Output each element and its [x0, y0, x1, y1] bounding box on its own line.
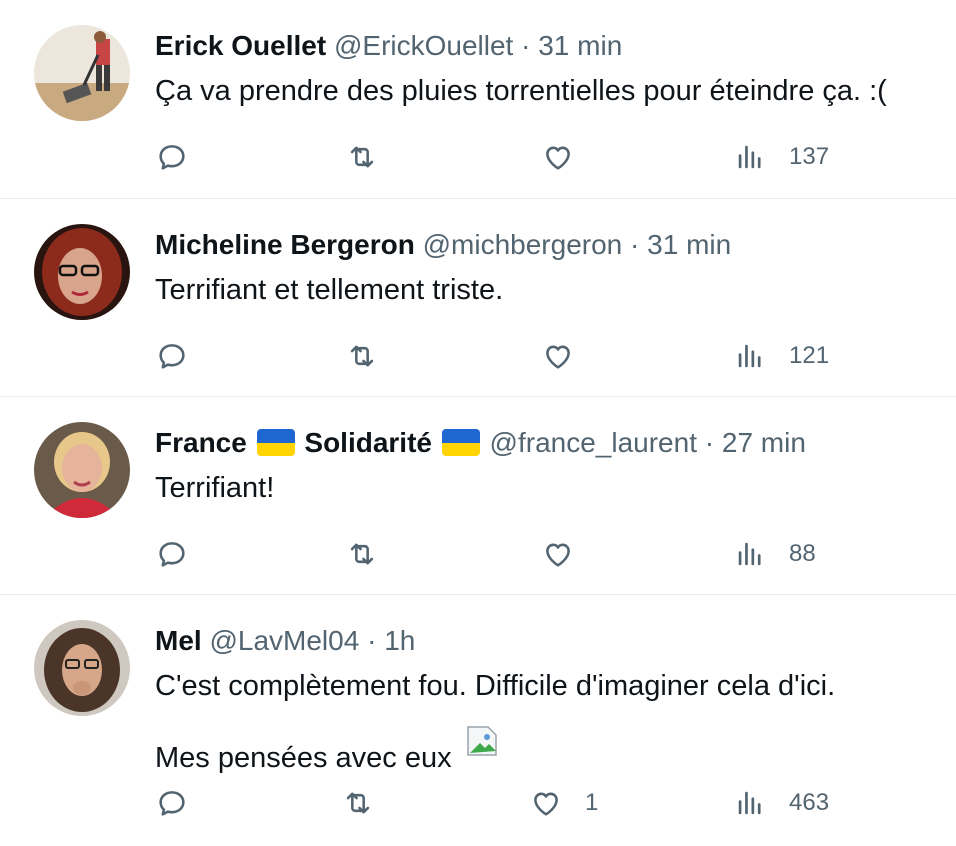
heart-icon [534, 792, 558, 816]
display-name[interactable]: Micheline Bergeron [155, 229, 415, 260]
tweet-text: C'est complètement fou. Difficile d'imag… [155, 670, 836, 702]
retweet-icon [350, 146, 374, 168]
bar-chart-icon [738, 542, 761, 566]
tweet[interactable]: Erick Ouellet @ErickOuellet · 31 min Ça … [0, 0, 956, 199]
view-count: 88 [789, 540, 816, 567]
tweet-text: Terrifiant et tellement triste. [155, 274, 504, 306]
user-handle[interactable]: @france_laurent [490, 427, 697, 458]
avatar[interactable] [34, 25, 130, 121]
heart-icon [546, 146, 570, 170]
view-count: 121 [789, 342, 830, 369]
reply-button[interactable] [155, 534, 189, 574]
timestamp[interactable]: 31 min [647, 229, 731, 260]
ukraine-flag-icon [256, 429, 295, 456]
retweet-icon [350, 543, 374, 565]
like-button[interactable] [541, 336, 597, 376]
action-bar: 121 [155, 336, 855, 376]
reply-button[interactable] [155, 336, 189, 376]
views-button[interactable]: 137 [733, 137, 829, 177]
avatar[interactable] [34, 224, 130, 320]
like-button[interactable] [541, 534, 597, 574]
retweet-button[interactable] [345, 534, 379, 574]
tweet-header: France Solidarité @france_laurent · 27 m… [155, 425, 946, 461]
tweet-header: Mel @LavMel04 · 1h [155, 623, 946, 659]
like-count: 1 [585, 789, 599, 816]
user-handle[interactable]: @michbergeron [423, 229, 623, 260]
user-handle[interactable]: @LavMel04 [209, 625, 359, 656]
retweet-button[interactable] [341, 783, 375, 823]
views-button[interactable]: 121 [733, 336, 829, 376]
tweet-text-line: Mes pensées avec eux [155, 725, 946, 777]
display-name[interactable]: France Solidarité [155, 427, 482, 458]
retweet-button[interactable] [345, 137, 379, 177]
broken-image-icon [466, 725, 498, 757]
display-name[interactable]: Erick Ouellet [155, 30, 326, 61]
tweet-header: Erick Ouellet @ErickOuellet · 31 min [155, 28, 946, 64]
display-name-part: France [155, 427, 247, 458]
bar-chart-icon [738, 145, 761, 169]
avatar[interactable] [34, 620, 130, 716]
display-name-part: Solidarité [304, 427, 432, 458]
retweet-button[interactable] [345, 336, 379, 376]
separator: · [521, 30, 531, 61]
view-count: 137 [789, 143, 830, 170]
like-button[interactable]: 1 [529, 783, 598, 823]
tweet-text: Terrifiant! [155, 472, 275, 504]
action-bar: 1 463 [155, 783, 855, 823]
views-button[interactable]: 88 [733, 534, 816, 574]
separator: · [367, 625, 377, 656]
view-count: 463 [789, 789, 830, 816]
action-bar: 88 [155, 534, 855, 574]
reply-button[interactable] [155, 783, 189, 823]
timestamp[interactable]: 27 min [722, 427, 806, 458]
views-button[interactable]: 463 [733, 783, 829, 823]
ukraine-flag-icon [441, 429, 480, 456]
speech-bubble-icon [159, 542, 185, 567]
retweet-icon [350, 345, 374, 367]
tweet-header: Micheline Bergeron @michbergeron · 31 mi… [155, 227, 946, 263]
separator: · [704, 427, 715, 458]
separator: · [630, 229, 640, 260]
speech-bubble-icon [159, 145, 185, 170]
display-name[interactable]: Mel [155, 625, 202, 656]
user-handle[interactable]: @ErickOuellet [334, 30, 513, 61]
timestamp[interactable]: 31 min [538, 30, 622, 61]
tweet[interactable]: Micheline Bergeron @michbergeron · 31 mi… [0, 199, 956, 397]
reply-button[interactable] [155, 137, 189, 177]
tweet-text-second: Mes pensées avec eux [155, 742, 452, 774]
tweet[interactable]: Mel @LavMel04 · 1h C'est complètement fo… [0, 595, 956, 846]
retweet-icon [346, 792, 370, 814]
avatar[interactable] [34, 422, 130, 518]
bar-chart-icon [738, 344, 761, 368]
speech-bubble-icon [159, 791, 185, 816]
like-button[interactable] [541, 137, 597, 177]
bar-chart-icon [738, 791, 761, 815]
heart-icon [546, 345, 570, 369]
heart-icon [546, 543, 570, 567]
timestamp[interactable]: 1h [384, 625, 415, 656]
tweet-text: Ça va prendre des pluies torrentielles p… [155, 75, 887, 107]
speech-bubble-icon [159, 344, 185, 369]
tweet[interactable]: France Solidarité @france_laurent · 27 m… [0, 397, 956, 595]
action-bar: 137 [155, 137, 855, 177]
